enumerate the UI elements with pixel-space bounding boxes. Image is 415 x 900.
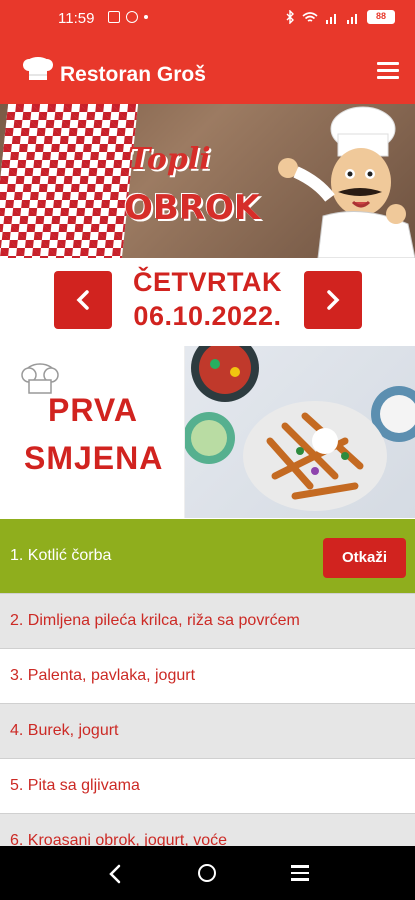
home-icon[interactable]: [198, 864, 216, 882]
meal-item-1[interactable]: 1. Kotlić čorba Otkaži: [0, 519, 415, 593]
banner-title-topli: Topli: [128, 142, 211, 177]
chef-illustration: [278, 106, 415, 258]
shift-title-prva: PRVA: [48, 392, 138, 428]
meal-list: 1. Kotlić čorba Otkaži 2. Dimljena pileć…: [0, 519, 415, 868]
shift-title-smjena: SMJENA: [24, 440, 164, 476]
shift-label-panel: PRVA SMJENA: [0, 346, 185, 518]
banner-title-obrok: OBROK: [124, 188, 261, 228]
next-day-button[interactable]: [304, 271, 362, 329]
bluetooth-icon: [286, 10, 294, 24]
meal-item-5[interactable]: 5. Pita sa gljivama: [0, 758, 415, 813]
wifi-icon: [302, 11, 318, 22]
back-icon[interactable]: [108, 864, 122, 884]
date-navigation: ČETVRTAK 06.10.2022.: [0, 258, 415, 346]
hamburger-menu-icon[interactable]: [377, 62, 399, 80]
cancel-button[interactable]: Otkaži: [323, 538, 406, 578]
shift-header: PRVA SMJENA: [0, 346, 415, 518]
food-photo: [185, 346, 415, 518]
more-dot-icon: [144, 15, 148, 19]
chevron-right-icon: [327, 290, 340, 310]
battery-icon: 88: [367, 10, 395, 24]
meal-item-2[interactable]: 2. Dimljena pileća krilca, riža sa povrć…: [0, 593, 415, 648]
meal-label: 1. Kotlić čorba: [10, 547, 112, 564]
recents-icon[interactable]: [291, 865, 309, 885]
hero-banner: [0, 104, 415, 258]
chef-hat-icon: [21, 363, 59, 394]
meal-label: 3. Palenta, pavlaka, jogurt: [10, 667, 196, 684]
chef-hat-icon: [23, 57, 53, 80]
app-bar: Restoran Groš: [0, 38, 415, 104]
meal-item-4[interactable]: 4. Burek, jogurt: [0, 703, 415, 758]
tablecloth-graphic: [0, 104, 139, 258]
system-icons: 88: [286, 10, 395, 24]
status-bar: 11:59 88: [0, 0, 415, 38]
status-time: 11:59: [58, 10, 95, 27]
meal-label: 2. Dimljena pileća krilca, riža sa povrć…: [10, 612, 300, 629]
meal-label: 5. Pita sa gljivama: [10, 777, 140, 794]
food-photo-graphic: [185, 346, 415, 511]
signal-icon-2: [347, 13, 357, 24]
messenger-icon: [126, 11, 138, 23]
message-icon: [108, 11, 120, 23]
notification-icons: [108, 11, 148, 23]
meal-item-3[interactable]: 3. Palenta, pavlaka, jogurt: [0, 648, 415, 703]
meal-label: 4. Burek, jogurt: [10, 722, 119, 739]
signal-icon: [326, 13, 336, 24]
system-navigation-bar: [0, 846, 415, 900]
app-title: Restoran Groš: [60, 63, 206, 86]
